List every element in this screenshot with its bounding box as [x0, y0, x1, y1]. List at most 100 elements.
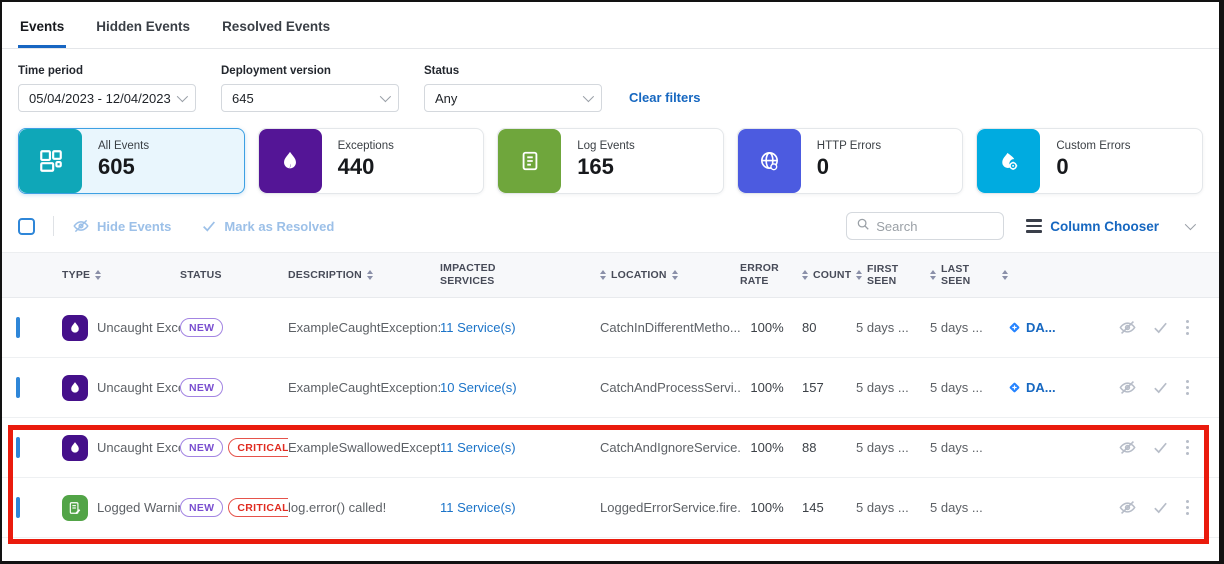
globe-icon	[738, 129, 801, 193]
mark-resolved-button[interactable]: Mark as Resolved	[201, 218, 334, 234]
status-badge-critical: CRITICAL	[228, 498, 288, 517]
column-chooser-label: Column Chooser	[1050, 219, 1159, 234]
error-rate-cell: 100%	[740, 500, 802, 515]
table-row: Uncaught Exce... NEWCRITICAL ExampleSwal…	[2, 418, 1219, 478]
hamburger-icon	[1026, 219, 1042, 233]
impacted-services-link[interactable]: 11 Service(s)	[440, 440, 516, 455]
card-all-events[interactable]: All Events 605	[18, 128, 245, 194]
status-badge-new: NEW	[180, 378, 223, 397]
status-select[interactable]: Any	[424, 84, 602, 112]
header-first-seen[interactable]: First Seen	[856, 263, 930, 287]
row-checkbox[interactable]	[16, 437, 20, 458]
chevron-down-icon	[177, 91, 188, 102]
row-checkbox[interactable]	[16, 317, 20, 338]
count-cell: 88	[802, 440, 856, 455]
card-http-errors[interactable]: HTTP Errors 0	[737, 128, 964, 194]
sort-icon[interactable]	[856, 270, 862, 280]
flame-icon	[259, 129, 322, 193]
hide-event-icon[interactable]	[1118, 378, 1137, 397]
hide-event-icon[interactable]	[1118, 498, 1137, 517]
impacted-services-link[interactable]: 11 Service(s)	[440, 320, 516, 335]
header-impacted-services[interactable]: Impacted Services	[440, 262, 600, 288]
sort-icon[interactable]	[367, 270, 373, 280]
sort-icon[interactable]	[672, 270, 678, 280]
deployment-version-filter: Deployment version 645	[221, 65, 399, 112]
column-chooser-button[interactable]: Column Chooser	[1026, 219, 1159, 234]
time-period-value: 05/04/2023 - 12/04/2023	[29, 91, 171, 106]
filters-bar: Time period 05/04/2023 - 12/04/2023 Depl…	[2, 49, 1219, 112]
header-count[interactable]: Count	[802, 269, 856, 281]
row-menu-icon[interactable]	[1184, 378, 1192, 398]
header-description[interactable]: Description	[288, 269, 440, 281]
sort-icon[interactable]	[1002, 270, 1008, 280]
hide-events-button[interactable]: Hide Events	[72, 217, 171, 235]
table-row: Uncaught Exce... NEW ExampleCaughtExcept…	[2, 358, 1219, 418]
row-menu-icon[interactable]	[1184, 318, 1192, 338]
card-value: 0	[1056, 154, 1130, 180]
status-cell: NEWCRITICAL	[180, 438, 288, 457]
chevron-down-icon[interactable]	[1185, 219, 1196, 230]
header-last-seen[interactable]: Last Seen	[930, 263, 1008, 287]
search-box	[846, 212, 1004, 240]
card-custom-errors[interactable]: Custom Errors 0	[976, 128, 1203, 194]
card-label: HTTP Errors	[817, 140, 881, 152]
flame-gear-icon	[977, 129, 1040, 193]
resolve-check-icon[interactable]	[1152, 319, 1169, 336]
document-icon	[498, 129, 561, 193]
header-error-rate[interactable]: Error Rate	[740, 262, 802, 288]
type-label: Uncaught Exce...	[97, 320, 180, 335]
select-all-checkbox[interactable]	[18, 218, 35, 235]
eye-slash-icon	[72, 217, 90, 235]
count-cell: 157	[802, 380, 856, 395]
hide-event-icon[interactable]	[1118, 318, 1137, 337]
sort-icon[interactable]	[802, 270, 808, 280]
chevron-down-icon	[380, 91, 391, 102]
description-cell: ExampleCaughtException: t...	[288, 380, 440, 395]
jira-issue-link[interactable]: DA...	[1008, 320, 1062, 335]
jira-issue-link[interactable]: DA...	[1008, 380, 1062, 395]
time-period-select[interactable]: 05/04/2023 - 12/04/2023	[18, 84, 196, 112]
clear-filters-button[interactable]: Clear filters	[629, 90, 701, 105]
status-cell: NEWCRITICAL	[180, 498, 288, 517]
last-seen-cell: 5 days ...	[930, 320, 1008, 335]
card-log-events[interactable]: Log Events 165	[497, 128, 724, 194]
type-cell: Logged Warning	[62, 495, 180, 521]
row-menu-icon[interactable]	[1184, 498, 1192, 518]
divider	[53, 216, 54, 236]
description-cell: ExampleSwallowedExceptio...	[288, 440, 440, 455]
row-checkbox[interactable]	[16, 377, 20, 398]
status-badge-critical: CRITICAL	[228, 438, 288, 457]
header-type[interactable]: Type	[62, 269, 180, 281]
type-cell: Uncaught Exce...	[62, 435, 180, 461]
row-checkbox[interactable]	[16, 497, 20, 518]
last-seen-cell: 5 days ...	[930, 500, 1008, 515]
location-cell: CatchInDifferentMetho...	[600, 320, 740, 335]
card-value: 165	[577, 154, 635, 180]
header-status[interactable]: Status	[180, 269, 288, 281]
deployment-version-select[interactable]: 645	[221, 84, 399, 112]
location-cell: LoggedErrorService.fire...	[600, 500, 740, 515]
jira-diamond-icon	[1008, 381, 1021, 394]
search-input[interactable]	[876, 219, 986, 234]
error-rate-cell: 100%	[740, 320, 802, 335]
tab-resolved-events[interactable]: Resolved Events	[220, 15, 332, 48]
header-location[interactable]: Location	[600, 269, 740, 281]
resolve-check-icon[interactable]	[1152, 499, 1169, 516]
tab-hidden-events[interactable]: Hidden Events	[94, 15, 192, 48]
row-menu-icon[interactable]	[1184, 438, 1192, 458]
sort-icon[interactable]	[600, 270, 606, 280]
description-cell: ExampleCaughtException: ...	[288, 320, 440, 335]
impacted-services-link[interactable]: 10 Service(s)	[440, 380, 517, 395]
resolve-check-icon[interactable]	[1152, 379, 1169, 396]
resolve-check-icon[interactable]	[1152, 439, 1169, 456]
summary-cards: All Events 605 Exceptions 440 Log Events…	[2, 112, 1219, 194]
flame-icon	[62, 375, 88, 401]
error-rate-cell: 100%	[740, 380, 802, 395]
sort-icon[interactable]	[95, 270, 101, 280]
sort-icon[interactable]	[930, 270, 936, 280]
first-seen-cell: 5 days ...	[856, 440, 930, 455]
card-exceptions[interactable]: Exceptions 440	[258, 128, 485, 194]
tab-events[interactable]: Events	[18, 15, 66, 48]
impacted-services-link[interactable]: 11 Service(s)	[440, 500, 516, 515]
hide-event-icon[interactable]	[1118, 438, 1137, 457]
